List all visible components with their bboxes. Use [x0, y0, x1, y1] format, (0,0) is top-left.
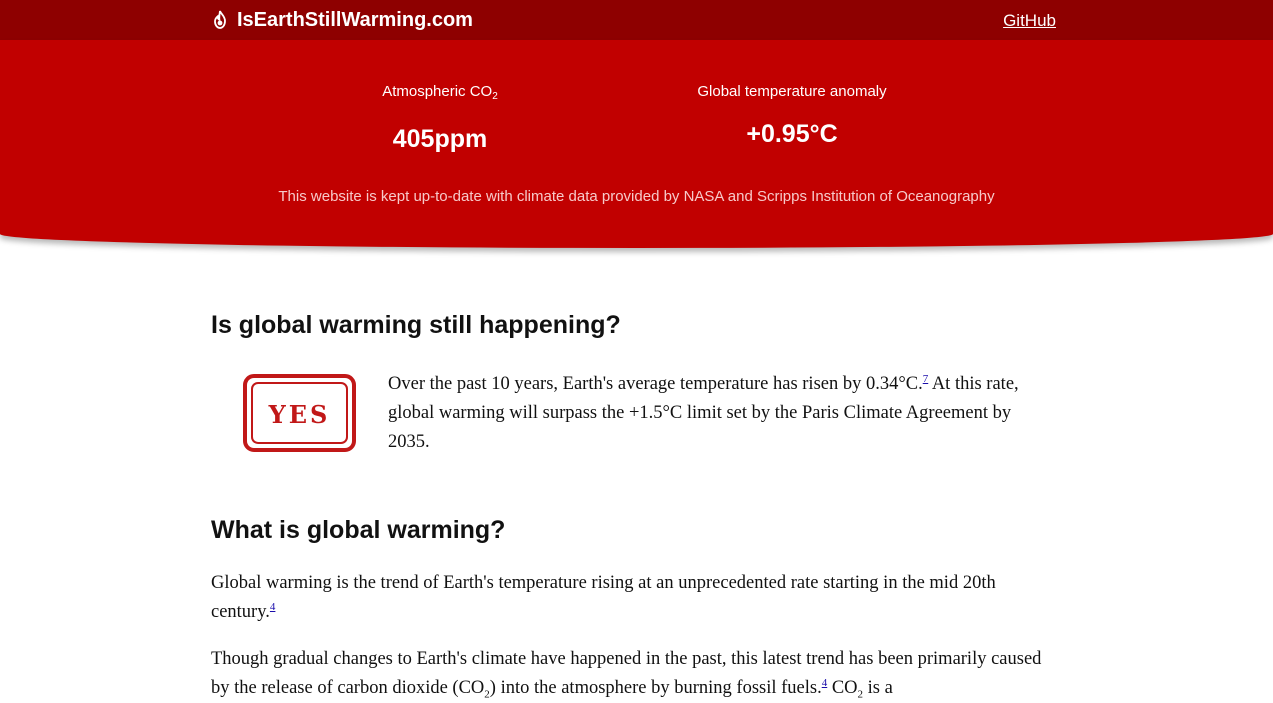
co2-label: Atmospheric CO2	[382, 83, 498, 102]
top-navbar: IsEarthStillWarming.com GitHub	[0, 0, 1273, 40]
data-source-note: This website is kept up-to-date with cli…	[278, 188, 995, 205]
definition-paragraph: Global warming is the trend of Earth's t…	[211, 573, 996, 622]
site-logo-link[interactable]: IsEarthStillWarming.com	[211, 8, 473, 32]
site-name: IsEarthStillWarming.com	[237, 8, 473, 31]
github-link[interactable]: GitHub	[1003, 11, 1056, 31]
cause-paragraph: Though gradual changes to Earth's climat…	[211, 649, 1042, 701]
co2-value: 405ppm	[392, 125, 488, 153]
heading-what-is: What is global warming?	[211, 516, 506, 544]
climate-stats-banner: Atmospheric CO2 405ppm Global temperatur…	[0, 40, 1273, 248]
yes-stamp: YES	[243, 374, 356, 452]
flame-icon	[214, 10, 226, 29]
temperature-label: Global temperature anomaly	[697, 83, 887, 100]
temperature-value: +0.95°C	[746, 120, 838, 148]
heading-still-happening: Is global warming still happening?	[211, 311, 621, 339]
temperature-stat: Global temperature anomaly +0.95°C	[672, 82, 912, 149]
stamp-text: YES	[268, 400, 331, 429]
answer-paragraph: Over the past 10 years, Earth's average …	[388, 372, 1019, 452]
footnote-ref-link[interactable]: 4	[270, 601, 276, 613]
co2-stat: Atmospheric CO2 405ppm	[340, 82, 540, 154]
